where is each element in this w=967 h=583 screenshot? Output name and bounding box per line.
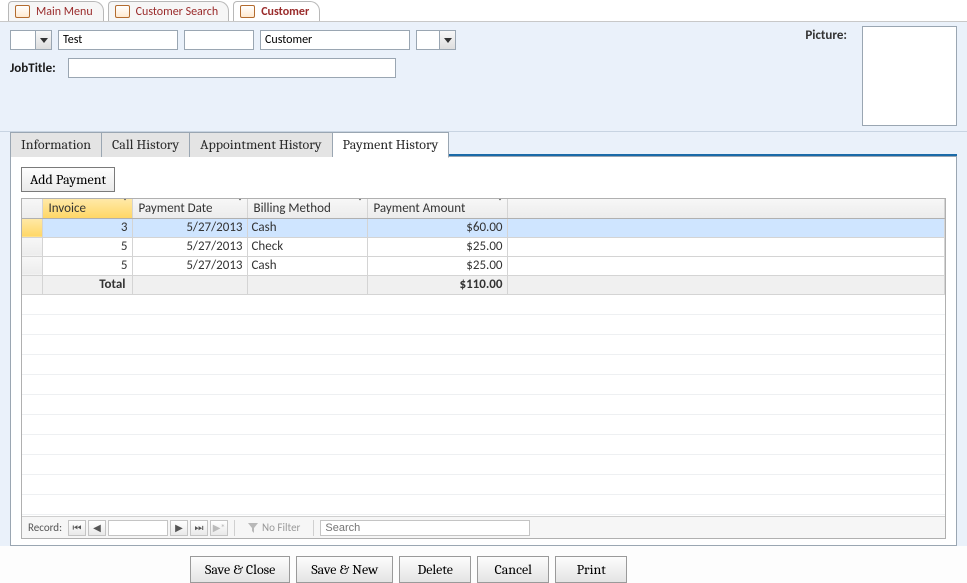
object-tab-label: Customer xyxy=(261,5,309,19)
tab-call-history[interactable]: Call History xyxy=(102,132,190,157)
middle-name-input[interactable] xyxy=(184,30,254,50)
col-label: Payment Date xyxy=(139,201,213,216)
col-label: Payment Amount xyxy=(374,201,466,216)
cell-blank xyxy=(247,275,367,294)
recnav-next-button[interactable]: ▶ xyxy=(170,520,188,536)
dropdown-button[interactable] xyxy=(439,31,455,49)
jobtitle-label: JobTitle: xyxy=(10,61,56,76)
row-selector xyxy=(22,275,42,294)
table-row[interactable]: 5 5/27/2013 Check $25.00 xyxy=(22,237,945,256)
cell-amount[interactable]: $25.00 xyxy=(367,256,507,275)
cell-date[interactable]: 5/27/2013 xyxy=(132,237,247,256)
recnav-filter-indicator[interactable]: No Filter xyxy=(241,520,307,536)
object-tab-label: Main Menu xyxy=(36,5,93,19)
col-header-billing-method[interactable]: Billing Method xyxy=(247,199,367,218)
cell-date[interactable]: 5/27/2013 xyxy=(132,218,247,237)
record-navigator: Record: ⏮ ◀ ▶ ⏭ ▶* No Filter xyxy=(22,516,945,538)
tab-control: Information Call History Appointment His… xyxy=(0,132,967,546)
form-icon xyxy=(15,5,30,18)
chevron-down-icon xyxy=(497,201,503,216)
col-header-payment-date[interactable]: Payment Date xyxy=(132,199,247,218)
cancel-button[interactable]: Cancel xyxy=(477,556,549,583)
chevron-down-icon xyxy=(237,201,243,216)
object-tab-label: Customer Search xyxy=(136,5,219,19)
first-name-input[interactable] xyxy=(58,30,178,50)
form-button-bar: Save & Close Save & New Delete Cancel Pr… xyxy=(0,546,967,583)
picture-label: Picture: xyxy=(805,28,847,43)
suffix-combo-input[interactable] xyxy=(417,31,439,49)
cell-invoice[interactable]: 5 xyxy=(42,237,132,256)
chevron-down-icon xyxy=(357,201,363,216)
funnel-icon xyxy=(248,523,258,533)
row-selector[interactable] xyxy=(22,237,42,256)
tab-underline xyxy=(449,154,957,156)
payments-grid: Invoice Payment Date Billing Method xyxy=(21,198,946,539)
form-icon xyxy=(240,5,255,18)
recnav-current-input[interactable] xyxy=(108,520,168,536)
delete-button[interactable]: Delete xyxy=(399,556,471,583)
table-row[interactable]: 3 5/27/2013 Cash $60.00 xyxy=(22,218,945,237)
col-header-blank xyxy=(507,199,945,218)
table-row[interactable]: 5 5/27/2013 Cash $25.00 xyxy=(22,256,945,275)
col-label: Invoice xyxy=(49,201,86,216)
recnav-new-button[interactable]: ▶* xyxy=(210,520,228,536)
save-close-button[interactable]: Save & Close xyxy=(190,556,290,583)
total-amount: $110.00 xyxy=(367,275,507,294)
table-row-total: Total $110.00 xyxy=(22,275,945,294)
form-icon xyxy=(115,5,130,18)
suffix-combo[interactable] xyxy=(416,30,456,50)
dropdown-button[interactable] xyxy=(35,31,51,49)
cell-blank xyxy=(507,256,945,275)
cell-blank xyxy=(507,237,945,256)
jobtitle-input[interactable] xyxy=(68,58,396,78)
cell-blank xyxy=(507,275,945,294)
chevron-down-icon xyxy=(40,38,48,43)
payments-table: Invoice Payment Date Billing Method xyxy=(22,199,945,295)
object-tab-main-menu[interactable]: Main Menu xyxy=(8,1,104,21)
cell-amount[interactable]: $25.00 xyxy=(367,237,507,256)
title-combo-input[interactable] xyxy=(11,31,35,49)
add-payment-button[interactable]: Add Payment xyxy=(21,167,115,192)
select-all-corner[interactable] xyxy=(22,199,42,218)
tab-appointment-history[interactable]: Appointment History xyxy=(190,132,332,157)
col-label: Billing Method xyxy=(254,201,331,216)
object-tab-customer-search[interactable]: Customer Search xyxy=(108,1,230,21)
cell-amount[interactable]: $60.00 xyxy=(367,218,507,237)
row-selector[interactable] xyxy=(22,218,42,237)
tab-page-payment-history: Add Payment Invoice xyxy=(10,156,957,546)
recnav-label: Record: xyxy=(28,521,62,534)
recnav-search-input[interactable] xyxy=(320,520,530,536)
print-button[interactable]: Print xyxy=(555,556,627,583)
cell-method[interactable]: Check xyxy=(247,237,367,256)
picture-box[interactable] xyxy=(862,26,957,126)
title-combo[interactable] xyxy=(10,30,52,50)
recnav-last-button[interactable]: ⏭ xyxy=(190,520,208,536)
object-tab-strip: Main Menu Customer Search Customer xyxy=(0,0,967,22)
cell-method[interactable]: Cash xyxy=(247,256,367,275)
cell-invoice[interactable]: 3 xyxy=(42,218,132,237)
tab-information[interactable]: Information xyxy=(10,132,102,157)
col-header-payment-amount[interactable]: Payment Amount xyxy=(367,199,507,218)
chevron-down-icon xyxy=(444,38,452,43)
separator xyxy=(234,520,235,536)
save-new-button[interactable]: Save & New xyxy=(296,556,393,583)
recnav-first-button[interactable]: ⏮ xyxy=(68,520,86,536)
cell-method[interactable]: Cash xyxy=(247,218,367,237)
object-tab-customer[interactable]: Customer xyxy=(233,1,320,21)
cell-date[interactable]: 5/27/2013 xyxy=(132,256,247,275)
row-selector[interactable] xyxy=(22,256,42,275)
recnav-prev-button[interactable]: ◀ xyxy=(88,520,106,536)
total-label: Total xyxy=(42,275,132,294)
grid-empty-area xyxy=(22,295,945,517)
recnav-filter-text: No Filter xyxy=(262,521,300,534)
cell-blank xyxy=(132,275,247,294)
last-name-input[interactable] xyxy=(260,30,410,50)
separator xyxy=(313,520,314,536)
cell-invoice[interactable]: 5 xyxy=(42,256,132,275)
cell-blank xyxy=(507,218,945,237)
customer-header: JobTitle: Picture: xyxy=(0,22,967,132)
col-header-invoice[interactable]: Invoice xyxy=(42,199,132,218)
chevron-down-icon xyxy=(122,201,128,216)
tab-payment-history[interactable]: Payment History xyxy=(333,132,450,158)
